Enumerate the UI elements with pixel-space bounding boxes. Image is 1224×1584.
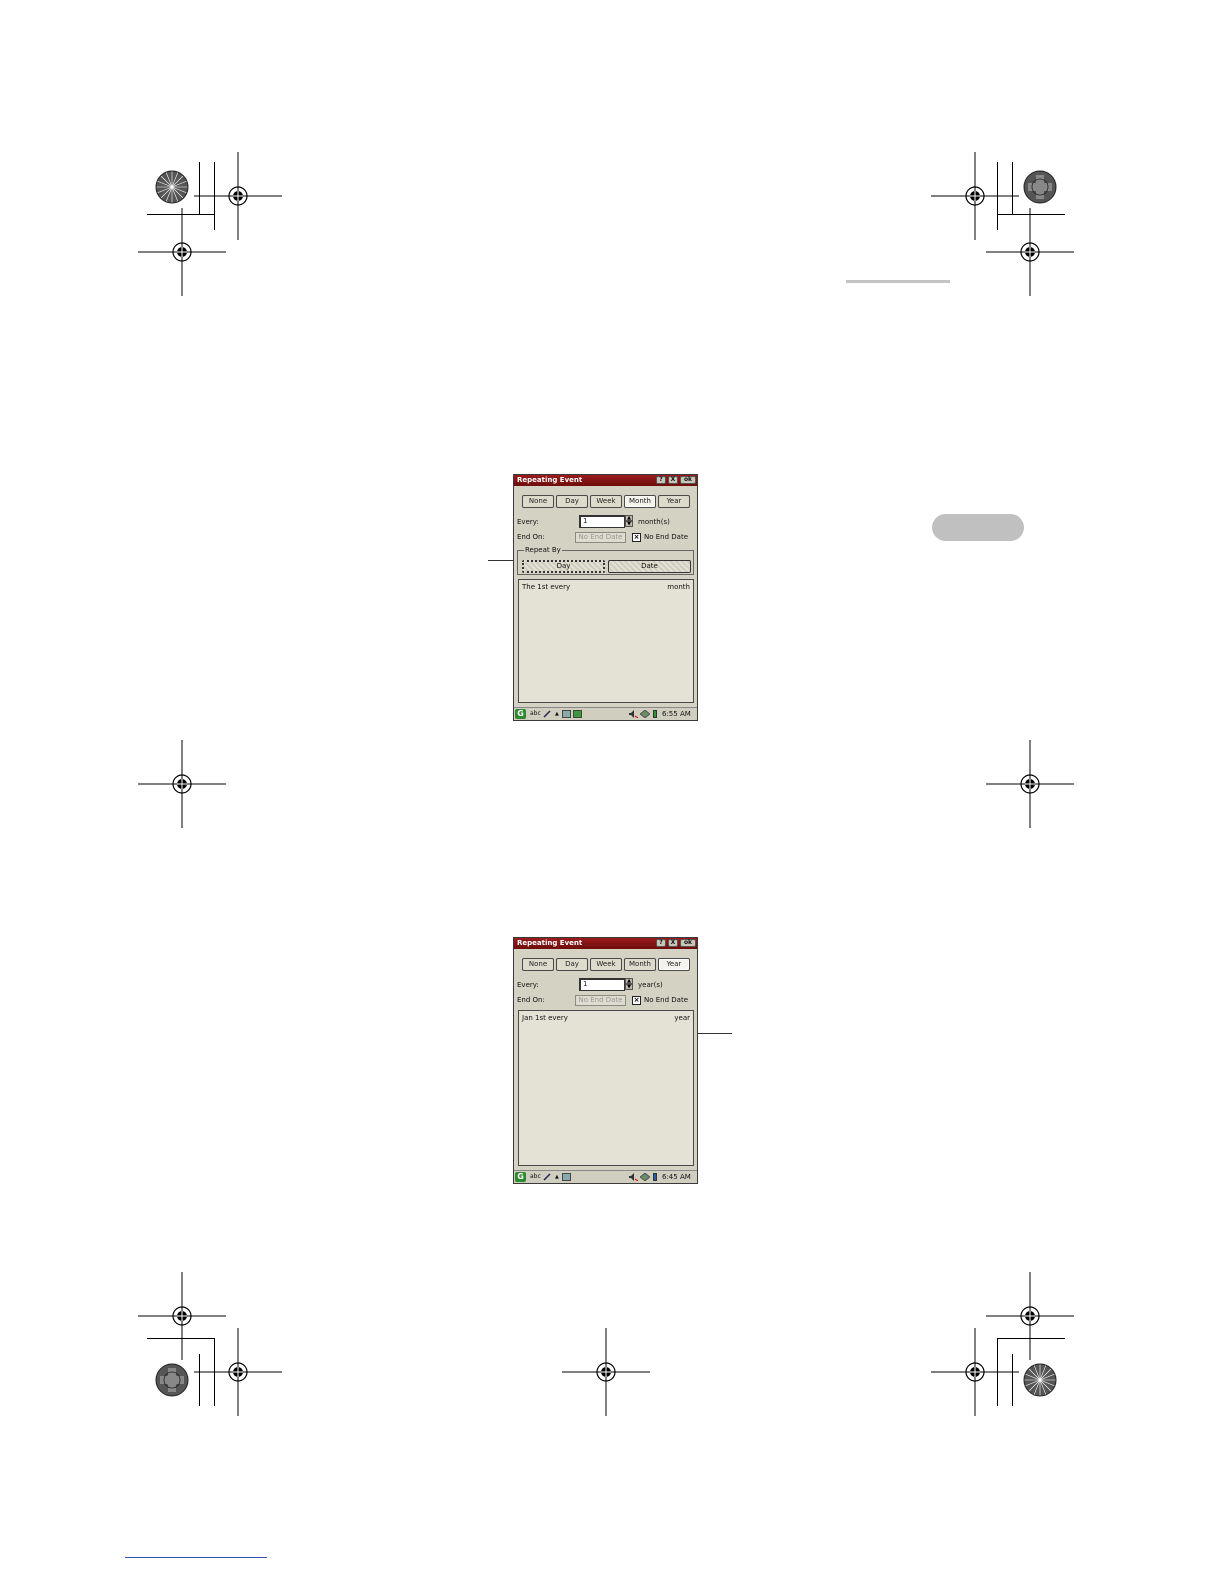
close-button[interactable]: X (668, 939, 678, 947)
ok-button[interactable]: ok (680, 939, 696, 947)
every-unit: month(s) (638, 518, 670, 526)
arrow-up-icon[interactable]: ▲ (555, 1171, 559, 1183)
repeating-event-screen-month: Repeating Event ? X ok None Day Week Mon… (513, 474, 698, 721)
summary-list[interactable]: Jan 1st every year (518, 1010, 694, 1166)
no-end-date-label: No End Date (644, 996, 689, 1004)
every-unit: year(s) (638, 981, 663, 989)
no-end-date-checkbox[interactable]: × (632, 533, 641, 542)
summary-unit: month (667, 583, 690, 591)
no-end-date-checkbox[interactable]: × (632, 996, 641, 1005)
tab-year[interactable]: Year (658, 495, 690, 508)
tab-none[interactable]: None (522, 495, 554, 508)
pen-icon[interactable] (543, 710, 551, 718)
end-date-button[interactable]: No End Date (575, 532, 626, 543)
summary-unit: year (674, 1014, 690, 1022)
clock: 6:45 AM (662, 1173, 691, 1181)
end-date-button[interactable]: No End Date (575, 995, 626, 1006)
summary-text: Jan 1st every (522, 1014, 568, 1022)
speaker-icon[interactable] (628, 1173, 638, 1181)
repeat-by-day-button[interactable]: Day (522, 560, 605, 573)
app-icon-green[interactable] (573, 710, 582, 718)
tab-week[interactable]: Week (590, 958, 622, 971)
arrow-up-icon[interactable]: ▲ (555, 708, 559, 720)
no-end-date-label: No End Date (644, 533, 689, 541)
chapter-tab-indicator (932, 514, 1024, 541)
every-input[interactable]: 1 (579, 978, 625, 991)
taskbar: G abc ▲ 6:45 AM (514, 1170, 697, 1183)
tab-day[interactable]: Day (556, 495, 588, 508)
taskbar: G abc ▲ 6:55 AM (514, 707, 697, 720)
battery-icon (653, 710, 657, 718)
every-label: Every: (517, 518, 539, 526)
every-stepper[interactable]: ▲ ▼ (625, 515, 633, 528)
help-button[interactable]: ? (656, 476, 666, 484)
pen-icon[interactable] (543, 1173, 551, 1181)
start-menu-icon[interactable]: G (515, 709, 526, 719)
input-method[interactable]: abc (530, 708, 541, 720)
battery-icon (653, 1173, 657, 1181)
network-icon[interactable] (640, 1173, 650, 1181)
stepper-down-icon[interactable]: ▼ (625, 521, 633, 527)
every-input[interactable]: 1 (579, 515, 625, 528)
tab-week[interactable]: Week (590, 495, 622, 508)
every-label: Every: (517, 981, 539, 989)
help-button[interactable]: ? (656, 939, 666, 947)
start-menu-icon[interactable]: G (515, 1172, 526, 1182)
end-on-label: End On: (517, 996, 545, 1004)
network-icon[interactable] (640, 710, 650, 718)
tab-month[interactable]: Month (624, 495, 656, 508)
summary-list[interactable]: The 1st every month (518, 579, 694, 703)
tab-year[interactable]: Year (658, 958, 690, 971)
header-rule (846, 280, 950, 283)
clock: 6:55 AM (662, 710, 691, 718)
repeat-by-date-button[interactable]: Date (608, 560, 691, 573)
app-icon[interactable] (562, 710, 571, 718)
registration-mark-icon (137, 151, 1075, 1417)
stepper-down-icon[interactable]: ▼ (625, 984, 633, 990)
tab-day[interactable]: Day (556, 958, 588, 971)
every-stepper[interactable]: ▲ ▼ (625, 978, 633, 991)
end-on-label: End On: (517, 533, 545, 541)
tab-none[interactable]: None (522, 958, 554, 971)
app-icon[interactable] (562, 1173, 571, 1181)
footer-rule (125, 1557, 267, 1558)
input-method[interactable]: abc (530, 1171, 541, 1183)
speaker-icon[interactable] (628, 710, 638, 718)
repeating-event-screen-year: Repeating Event ? X ok None Day Week Mon… (513, 937, 698, 1184)
ok-button[interactable]: ok (680, 476, 696, 484)
close-button[interactable]: X (668, 476, 678, 484)
tab-month[interactable]: Month (624, 958, 656, 971)
summary-text: The 1st every (522, 583, 571, 591)
repeat-by-label: Repeat By (524, 546, 562, 554)
